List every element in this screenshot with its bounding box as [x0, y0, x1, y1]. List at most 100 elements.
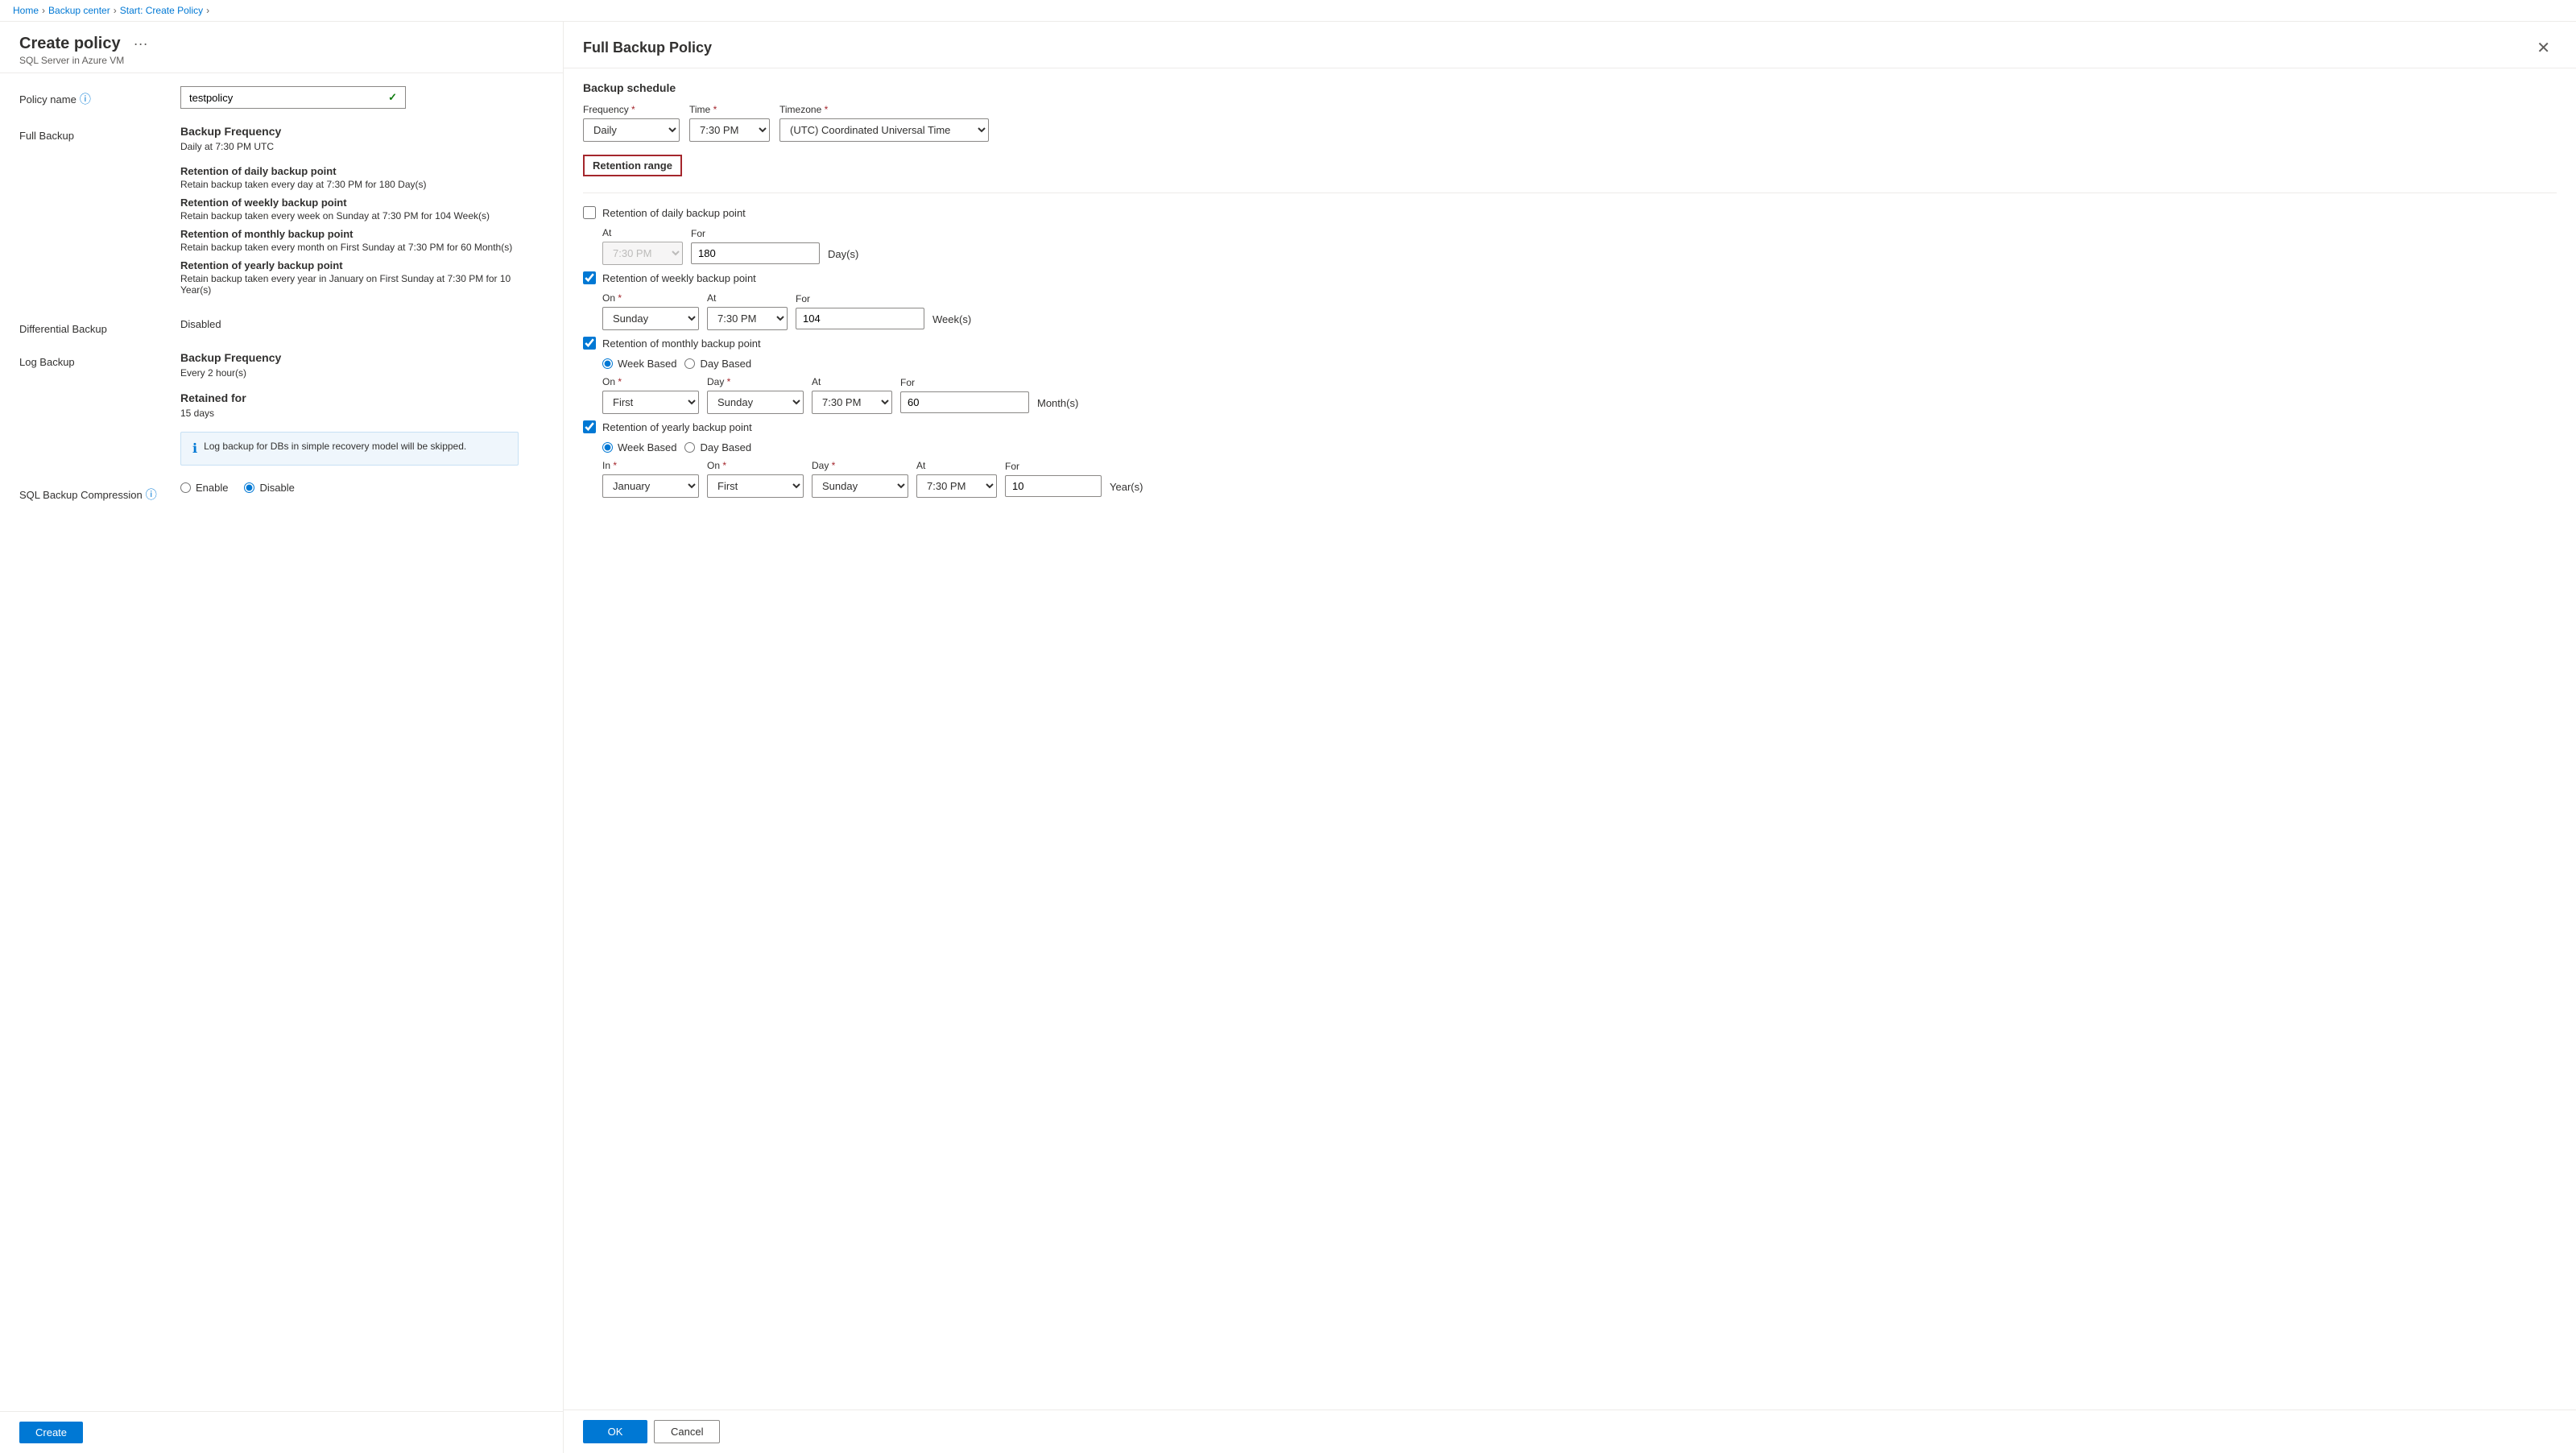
monthly-for-input[interactable] — [900, 391, 1029, 413]
full-backup-freq-value: Daily at 7:30 PM UTC — [180, 141, 544, 152]
breadcrumb-bar: Home › Backup center › Start: Create Pol… — [0, 0, 2576, 22]
policy-name-check-icon: ✓ — [388, 91, 397, 104]
log-backup-retain-title: Retained for — [180, 391, 544, 404]
monthly-day-select[interactable]: Sunday Monday Tuesday Wednesday Thursday… — [707, 391, 804, 414]
yearly-in-field: In January February March April May June… — [602, 460, 699, 498]
retention-monthly-desc: Retain backup taken every month on First… — [180, 242, 544, 253]
page-subtitle: SQL Server in Azure VM — [19, 55, 544, 66]
sql-compression-enable-option[interactable]: Enable — [180, 482, 228, 494]
frequency-select[interactable]: Daily Weekly — [583, 118, 680, 142]
time-label: Time — [689, 104, 770, 115]
right-footer: OK Cancel — [564, 1410, 2576, 1453]
backup-schedule-title: Backup schedule — [583, 81, 2557, 94]
retention-daily-group: Retention of daily backup point Retain b… — [180, 165, 544, 190]
log-backup-freq-title: Backup Frequency — [180, 351, 544, 364]
differential-backup-value: Disabled — [180, 318, 544, 330]
monthly-on-select[interactable]: First Second Third Fourth Last — [602, 391, 699, 414]
breadcrumb-home[interactable]: Home — [13, 5, 39, 16]
close-button[interactable]: ✕ — [2530, 35, 2557, 61]
monthly-for-field: For — [900, 377, 1029, 413]
yearly-at-field: At 7:30 PM — [916, 460, 997, 498]
yearly-day-label: Day — [812, 460, 908, 471]
bottom-bar-left: Create — [0, 1411, 563, 1453]
policy-name-input[interactable] — [189, 92, 388, 104]
log-backup-retain-value: 15 days — [180, 408, 544, 419]
daily-at-label: At — [602, 227, 683, 238]
retention-weekly-group: Retention of weekly backup point Retain … — [180, 197, 544, 221]
log-backup-info-text: Log backup for DBs in simple recovery mo… — [204, 441, 466, 452]
yearly-in-select[interactable]: January February March April May June Ju… — [602, 474, 699, 498]
time-select[interactable]: 7:30 PM 8:00 PM 9:00 PM — [689, 118, 770, 142]
yearly-checkbox-label[interactable]: Retention of yearly backup point — [602, 421, 752, 433]
ok-button[interactable]: OK — [583, 1420, 647, 1443]
retention-yearly-desc: Retain backup taken every year in Januar… — [180, 273, 544, 296]
daily-for-input[interactable] — [691, 242, 820, 264]
timezone-select[interactable]: (UTC) Coordinated Universal Time (UTC-05… — [779, 118, 989, 142]
monthly-at-label: At — [812, 376, 892, 387]
daily-for-label: For — [691, 228, 820, 239]
policy-name-row: Policy name ⓘ ✓ — [19, 86, 544, 109]
yearly-at-select[interactable]: 7:30 PM — [916, 474, 997, 498]
monthly-day-based-option[interactable]: Day Based — [684, 358, 751, 370]
yearly-day-select[interactable]: Sunday Monday Tuesday Wednesday Thursday… — [812, 474, 908, 498]
left-panel: Create policy ··· SQL Server in Azure VM… — [0, 22, 564, 1453]
weekly-at-select[interactable]: 7:30 PM — [707, 307, 788, 330]
timezone-field: Timezone (UTC) Coordinated Universal Tim… — [779, 104, 989, 142]
full-backup-freq-title: Backup Frequency — [180, 125, 544, 138]
yearly-week-based-option[interactable]: Week Based — [602, 441, 676, 453]
time-field: Time 7:30 PM 8:00 PM 9:00 PM — [689, 104, 770, 142]
weekly-for-field: For — [796, 293, 924, 329]
create-button[interactable]: Create — [19, 1422, 83, 1443]
sql-compression-disable-option[interactable]: Disable — [244, 482, 294, 494]
weekly-at-field: At 7:30 PM — [707, 292, 788, 330]
timezone-label: Timezone — [779, 104, 989, 115]
schedule-fields-row: Frequency Daily Weekly Time 7:30 PM 8:00… — [583, 104, 2557, 142]
cancel-button[interactable]: Cancel — [654, 1420, 720, 1443]
sql-compression-row: SQL Backup Compression ⓘ Enable Disable — [19, 482, 544, 503]
breadcrumb-start-create[interactable]: Start: Create Policy — [120, 5, 203, 16]
monthly-checkbox-label[interactable]: Retention of monthly backup point — [602, 337, 761, 350]
daily-checkbox[interactable] — [583, 206, 596, 219]
yearly-for-label: For — [1005, 461, 1102, 472]
monthly-checkbox[interactable] — [583, 337, 596, 350]
yearly-week-based-radio[interactable] — [602, 442, 613, 453]
retention-monthly-group: Retention of monthly backup point Retain… — [180, 228, 544, 253]
daily-at-select[interactable]: 7:30 PM — [602, 242, 683, 265]
weekly-on-select[interactable]: Sunday Monday Tuesday Wednesday Thursday… — [602, 307, 699, 330]
yearly-day-based-radio[interactable] — [684, 442, 695, 453]
yearly-day-based-option[interactable]: Day Based — [684, 441, 751, 453]
retention-monthly-title: Retention of monthly backup point — [180, 228, 544, 240]
monthly-for-label: For — [900, 377, 1029, 388]
sql-compression-disable-radio[interactable] — [244, 482, 254, 493]
monthly-fields-row: On First Second Third Fourth Last Day — [602, 376, 2557, 414]
yearly-for-input[interactable] — [1005, 475, 1102, 497]
daily-for-field: For — [691, 228, 820, 264]
monthly-week-based-option[interactable]: Week Based — [602, 358, 676, 370]
log-backup-label: Log Backup — [19, 351, 180, 368]
retention-range-label: Retention range — [583, 155, 682, 176]
yearly-checkbox[interactable] — [583, 420, 596, 433]
weekly-at-label: At — [707, 292, 788, 304]
more-options-icon[interactable]: ··· — [134, 35, 148, 52]
daily-checkbox-label[interactable]: Retention of daily backup point — [602, 207, 746, 219]
weekly-for-input[interactable] — [796, 308, 924, 329]
weekly-checkbox-row: Retention of weekly backup point — [583, 271, 2557, 284]
sql-compression-info-icon[interactable]: ⓘ — [146, 486, 157, 503]
weekly-checkbox-label[interactable]: Retention of weekly backup point — [602, 272, 756, 284]
yearly-in-label: In — [602, 460, 699, 471]
policy-name-info-icon[interactable]: ⓘ — [80, 91, 91, 107]
sql-compression-enable-radio[interactable] — [180, 482, 191, 493]
weekly-checkbox[interactable] — [583, 271, 596, 284]
monthly-day-based-radio[interactable] — [684, 358, 695, 369]
yearly-checkbox-row: Retention of yearly backup point — [583, 420, 2557, 433]
retention-daily-desc: Retain backup taken every day at 7:30 PM… — [180, 179, 544, 190]
sql-compression-radio-group: Enable Disable — [180, 482, 544, 494]
frequency-field: Frequency Daily Weekly — [583, 104, 680, 142]
yearly-on-select[interactable]: First Second Third Fourth Last — [707, 474, 804, 498]
monthly-day-label: Day — [707, 376, 804, 387]
breadcrumb-backup-center[interactable]: Backup center — [48, 5, 110, 16]
yearly-retention-fields: Week Based Day Based In January Febr — [602, 441, 2557, 498]
monthly-at-select[interactable]: 7:30 PM — [812, 391, 892, 414]
monthly-week-based-radio[interactable] — [602, 358, 613, 369]
left-header: Create policy ··· SQL Server in Azure VM — [0, 22, 563, 73]
